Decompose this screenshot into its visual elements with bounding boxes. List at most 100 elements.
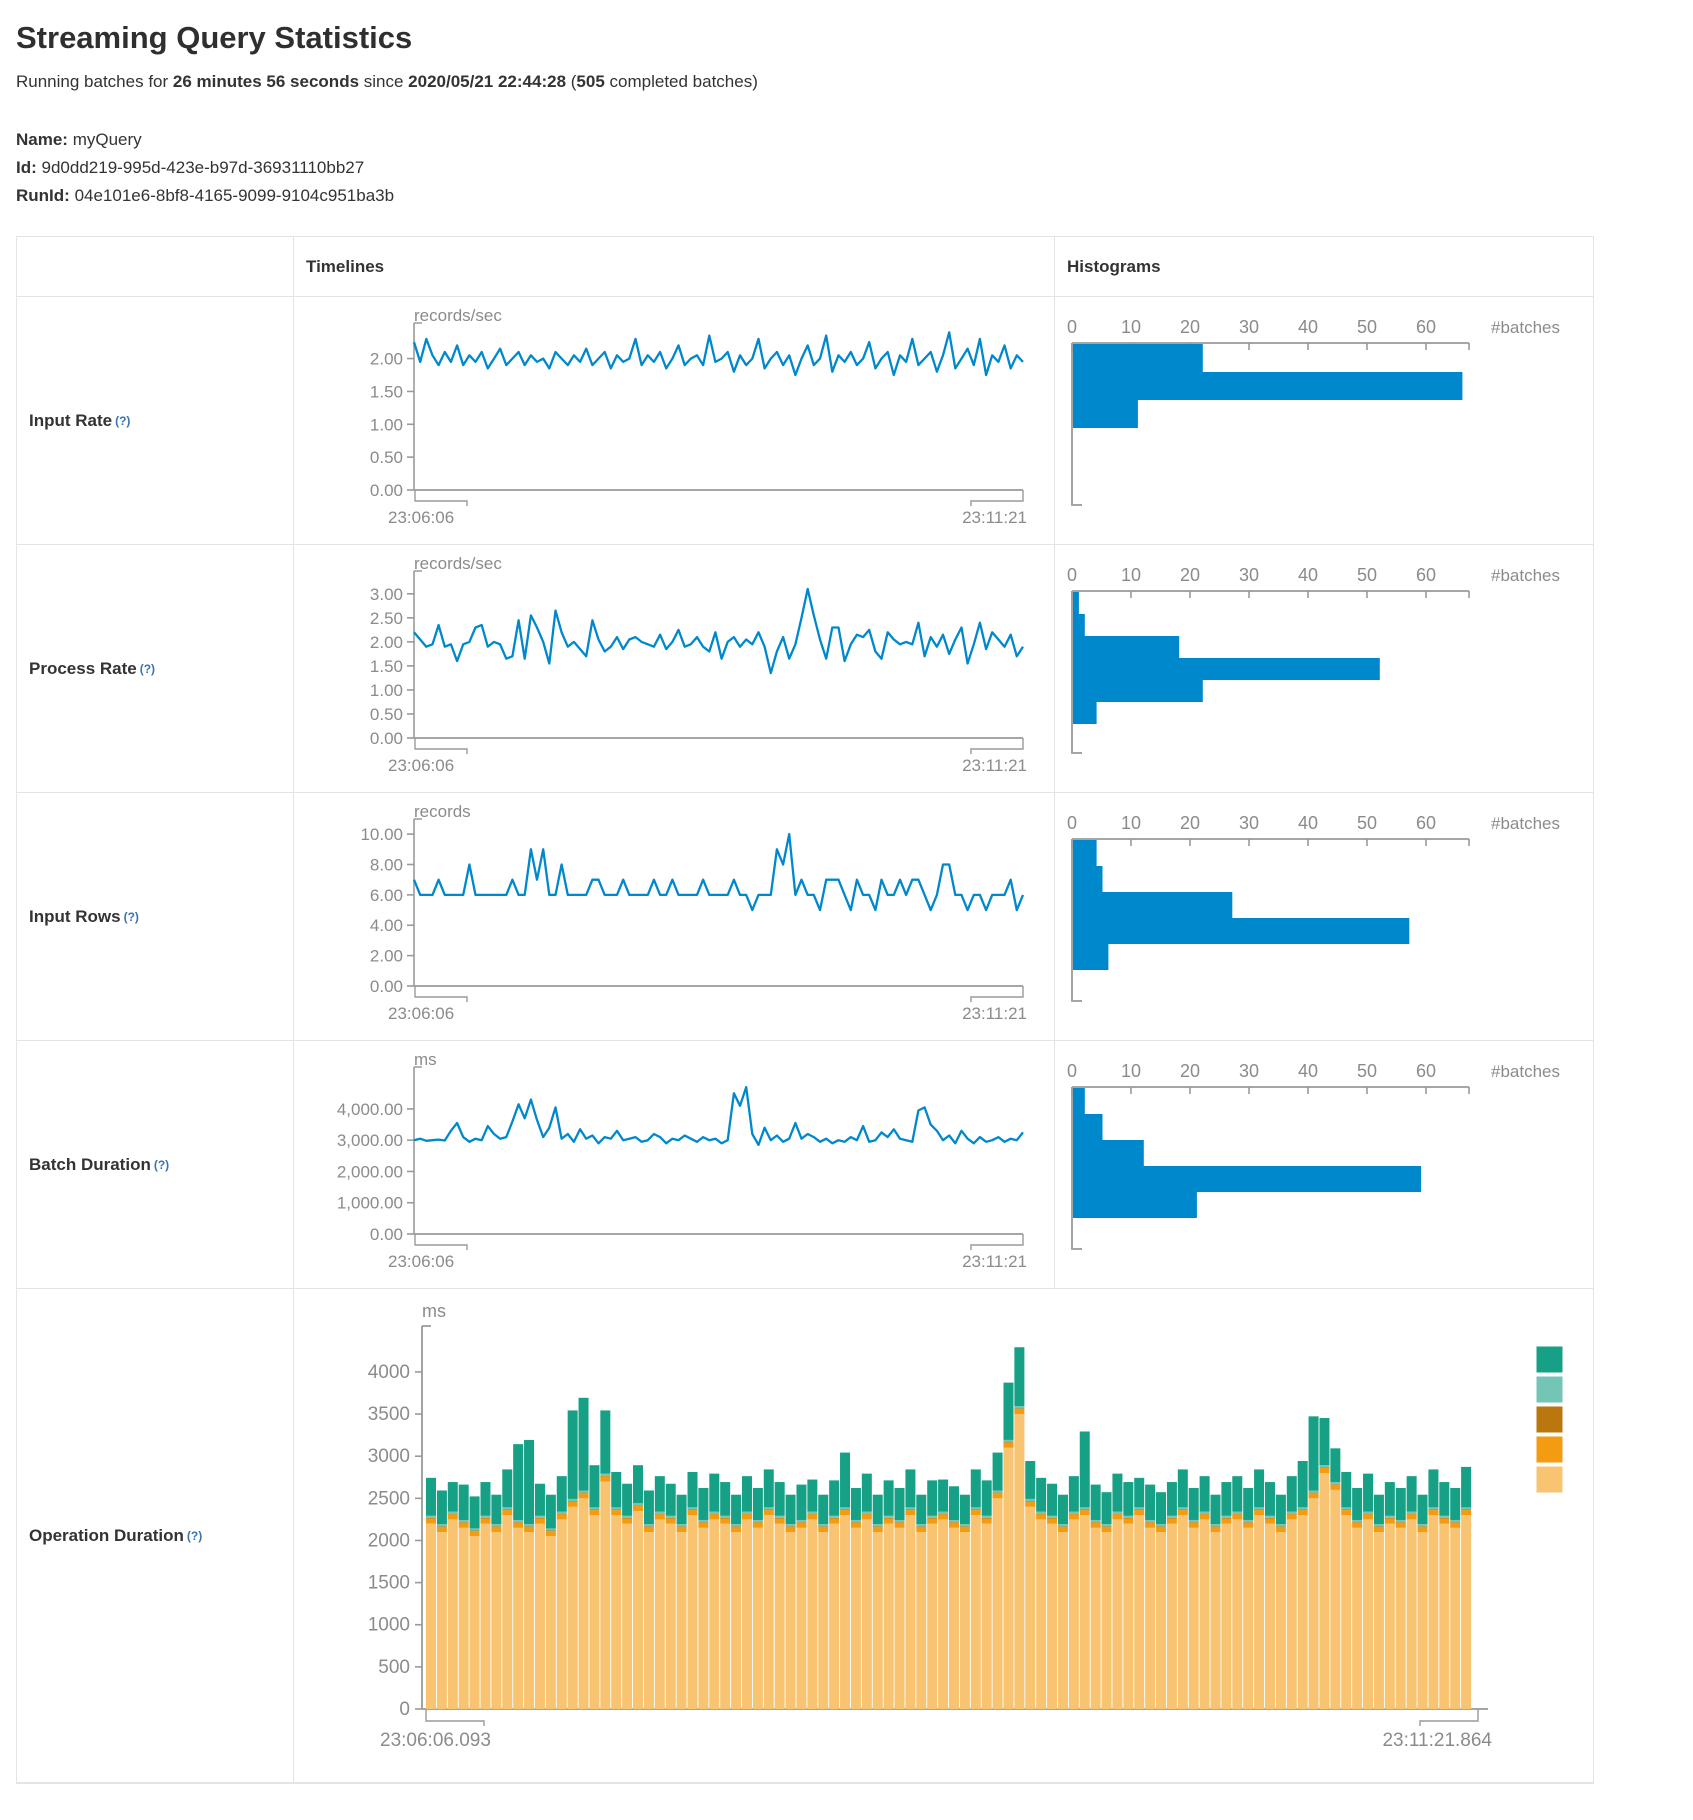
svg-text:60: 60 — [1416, 565, 1436, 585]
svg-text:records: records — [414, 802, 471, 821]
svg-text:ms: ms — [422, 1301, 446, 1321]
svg-text:2500: 2500 — [368, 1488, 410, 1509]
svg-text:0: 0 — [1067, 317, 1077, 337]
svg-text:records/sec: records/sec — [414, 306, 502, 325]
query-runid-value: 04e101e6-8bf8-4165-9099-9104c951ba3b — [75, 186, 395, 205]
row-label-operation-duration: Operation Duration(?) — [17, 1289, 293, 1783]
running-summary: Running batches for 26 minutes 56 second… — [16, 72, 1693, 92]
svg-text:23:11:21.864: 23:11:21.864 — [1382, 1730, 1492, 1751]
query-name-label: Name: — [16, 130, 68, 149]
process-rate-help-icon[interactable]: (?) — [140, 662, 155, 676]
svg-text:23:11:21: 23:11:21 — [962, 756, 1027, 775]
svg-text:23:06:06: 23:06:06 — [388, 1252, 454, 1271]
svg-text:1.00: 1.00 — [370, 415, 403, 434]
batch-duration-timeline-chart: ms0.001,000.002,000.003,000.004,000.0023… — [293, 1041, 1054, 1289]
svg-text:3.00: 3.00 — [370, 585, 403, 604]
input-rate-label: Input Rate — [29, 411, 112, 431]
svg-text:0: 0 — [1067, 813, 1077, 833]
svg-text:10: 10 — [1121, 565, 1141, 585]
svg-text:500: 500 — [378, 1657, 410, 1678]
input-rows-help-icon[interactable]: (?) — [124, 910, 139, 924]
svg-text:60: 60 — [1416, 317, 1436, 337]
svg-text:30: 30 — [1239, 565, 1259, 585]
svg-text:50: 50 — [1357, 317, 1377, 337]
input-rate-histogram-chart: 0102030405060#batches — [1054, 297, 1593, 545]
svg-text:0: 0 — [399, 1699, 410, 1720]
operation-duration-legend — [1536, 1346, 1563, 1493]
svg-text:1.00: 1.00 — [370, 681, 403, 700]
svg-text:0.00: 0.00 — [370, 729, 403, 748]
statistics-table: Timelines Histograms Input Rate(?) recor… — [16, 236, 1594, 1784]
legend-swatch-4 — [1536, 1466, 1563, 1493]
running-prefix: Running batches for — [16, 72, 173, 91]
legend-swatch-3 — [1536, 1436, 1563, 1463]
svg-text:ms: ms — [414, 1050, 437, 1069]
svg-text:3,000.00: 3,000.00 — [337, 1131, 403, 1150]
input-rate-help-icon[interactable]: (?) — [115, 414, 130, 428]
svg-text:20: 20 — [1180, 813, 1200, 833]
svg-text:4,000.00: 4,000.00 — [337, 1100, 403, 1119]
batch-duration-help-icon[interactable]: (?) — [154, 1158, 169, 1172]
query-id-value: 9d0dd219-995d-423e-b97d-36931110bb27 — [42, 158, 365, 177]
query-runid-line: RunId: 04e101e6-8bf8-4165-9099-9104c951b… — [16, 182, 1693, 210]
svg-text:#batches: #batches — [1491, 566, 1560, 585]
query-runid-label: RunId: — [16, 186, 70, 205]
header-histograms: Histograms — [1054, 237, 1593, 297]
svg-text:10: 10 — [1121, 813, 1141, 833]
running-since: since — [359, 72, 408, 91]
svg-text:1000: 1000 — [368, 1615, 410, 1636]
query-name-line: Name: myQuery — [16, 126, 1693, 154]
svg-text:1.50: 1.50 — [370, 657, 403, 676]
process-rate-label: Process Rate — [29, 659, 137, 679]
svg-text:40: 40 — [1298, 813, 1318, 833]
svg-text:40: 40 — [1298, 1061, 1318, 1081]
svg-text:0.00: 0.00 — [370, 1225, 403, 1244]
process-rate-timeline-chart: records/sec0.000.501.001.502.002.503.002… — [293, 545, 1054, 793]
page-content: Streaming Query Statistics Running batch… — [0, 0, 1693, 1784]
query-meta: Name: myQuery Id: 9d0dd219-995d-423e-b97… — [16, 126, 1693, 210]
svg-text:2000: 2000 — [368, 1530, 410, 1551]
svg-text:23:11:21: 23:11:21 — [962, 1252, 1027, 1271]
running-duration: 26 minutes 56 seconds — [173, 72, 359, 91]
svg-text:1,000.00: 1,000.00 — [337, 1194, 403, 1213]
svg-text:1.50: 1.50 — [370, 382, 403, 401]
row-label-batch-duration: Batch Duration(?) — [17, 1041, 293, 1289]
svg-text:30: 30 — [1239, 317, 1259, 337]
svg-text:23:06:06.093: 23:06:06.093 — [380, 1730, 491, 1751]
svg-text:1500: 1500 — [368, 1573, 410, 1594]
svg-text:23:06:06: 23:06:06 — [388, 508, 454, 527]
svg-text:23:11:21: 23:11:21 — [962, 1004, 1027, 1023]
svg-text:#batches: #batches — [1491, 1062, 1560, 1081]
svg-text:8.00: 8.00 — [370, 855, 403, 874]
svg-text:2.00: 2.00 — [370, 633, 403, 652]
operation-duration-label: Operation Duration — [29, 1526, 184, 1546]
running-paren: ( — [566, 72, 576, 91]
svg-text:20: 20 — [1180, 317, 1200, 337]
batch-duration-label: Batch Duration — [29, 1155, 151, 1175]
svg-text:10: 10 — [1121, 317, 1141, 337]
svg-text:50: 50 — [1357, 1061, 1377, 1081]
row-label-input-rate: Input Rate(?) — [17, 297, 293, 545]
running-start-time: 2020/05/21 22:44:28 — [408, 72, 566, 91]
process-rate-histogram-chart: 0102030405060#batches — [1054, 545, 1593, 793]
query-name-value: myQuery — [73, 130, 142, 149]
svg-text:records/sec: records/sec — [414, 554, 502, 573]
svg-text:4000: 4000 — [368, 1362, 410, 1383]
svg-text:20: 20 — [1180, 1061, 1200, 1081]
query-id-label: Id: — [16, 158, 37, 177]
svg-text:0.00: 0.00 — [370, 977, 403, 996]
svg-text:0: 0 — [1067, 1061, 1077, 1081]
completed-suffix: completed batches) — [605, 72, 758, 91]
input-rows-timeline-chart: records0.002.004.006.008.0010.0023:06:06… — [293, 793, 1054, 1041]
completed-count: 505 — [576, 72, 604, 91]
svg-text:0: 0 — [1067, 565, 1077, 585]
svg-text:50: 50 — [1357, 813, 1377, 833]
svg-text:10: 10 — [1121, 1061, 1141, 1081]
operation-duration-help-icon[interactable]: (?) — [187, 1529, 202, 1543]
header-timelines: Timelines — [293, 237, 1054, 297]
svg-text:40: 40 — [1298, 565, 1318, 585]
query-id-line: Id: 9d0dd219-995d-423e-b97d-36931110bb27 — [16, 154, 1693, 182]
svg-text:3000: 3000 — [368, 1446, 410, 1467]
svg-text:0.50: 0.50 — [370, 705, 403, 724]
svg-text:#batches: #batches — [1491, 318, 1560, 337]
